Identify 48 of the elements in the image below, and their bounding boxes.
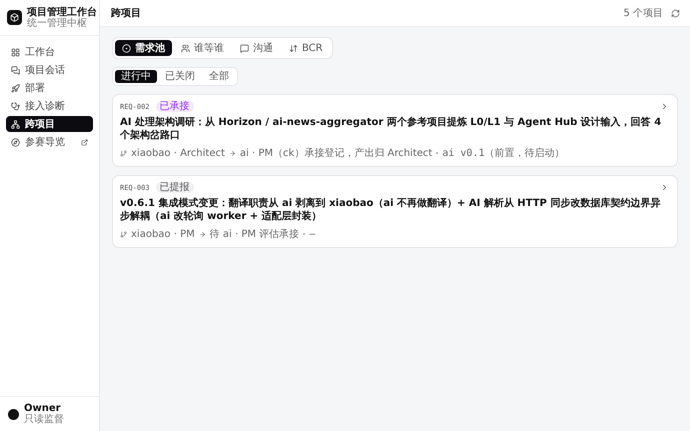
requester: xiaobao · PM [131,228,195,240]
user-name: Owner [24,403,61,414]
refresh-icon[interactable] [671,8,680,18]
app-subtitle: 统一管理中枢 [27,18,88,28]
project-count: 5 个项目 [623,7,663,20]
requester: xiaobao · Architect [131,148,225,158]
network-icon [11,120,20,128]
nav-item[interactable]: 参赛导览 [6,134,93,150]
arrow-right-icon [198,230,206,238]
assignee: ai · PM（ck）承接登记，产出归 Architect [240,146,432,160]
app-title: 项目管理工作台 [27,6,97,18]
requirement-title: AI 处理架构调研：从 Horizon / ai-news-aggregator 两个参考项目提炼 L0/L1 与 Agent Hub 设计输入，回答 4 个架构岔路口 [120,116,662,142]
branch-icon [120,230,127,238]
grid-icon [11,48,20,56]
rocket-icon [11,84,20,92]
chevron-right-icon[interactable] [660,102,669,111]
nav-item[interactable]: 项目会话 [6,62,93,78]
status-badge: 已提报 [156,182,194,193]
assignee: 待 ai · PM 评估承接 [210,228,300,241]
message-icon [240,44,249,52]
chat-bubbles-icon [11,66,20,74]
nav-item[interactable]: 工作台 [6,44,93,60]
filter-button[interactable]: 进行中 [115,70,157,83]
tab[interactable]: BCR [282,40,330,56]
tab[interactable]: 需求池 [115,40,172,56]
user-role: 只读监督 [24,414,64,425]
arrow-right-icon [228,150,236,156]
tab[interactable]: 沟通 [233,40,280,56]
user-avatar [8,408,19,420]
stethoscope-icon [11,102,20,110]
version: ai v0.1（前置，待启动） [442,146,564,160]
requirement-title: v0.6.1 集成模式变更：翻译职责从 ai 剥离到 xiaobao（ai 不再做翻译）+ AI 解析从 HTTP 同步改数据库契约边界异步解耦（ai 改轮询 worker + 适配层封装） [120,197,662,223]
version: — [309,228,316,240]
app-logo [7,10,22,25]
nav-item[interactable]: 跨项目 [6,116,93,132]
filter-button[interactable]: 全部 [203,70,235,83]
filter-button[interactable]: 已关闭 [159,70,201,83]
nav-item[interactable]: 部署 [6,80,93,96]
chevron-right-icon[interactable] [660,183,669,192]
tab[interactable]: 谁等谁 [174,40,231,56]
users-icon [181,44,190,52]
page-title: 跨项目 [111,6,141,20]
status-badge: 已承接 [156,101,194,112]
nav-item[interactable]: 接入诊断 [6,98,93,114]
branch-icon [120,150,127,156]
swap-icon [289,44,298,52]
target-icon [122,44,131,52]
compass-icon [11,138,20,146]
